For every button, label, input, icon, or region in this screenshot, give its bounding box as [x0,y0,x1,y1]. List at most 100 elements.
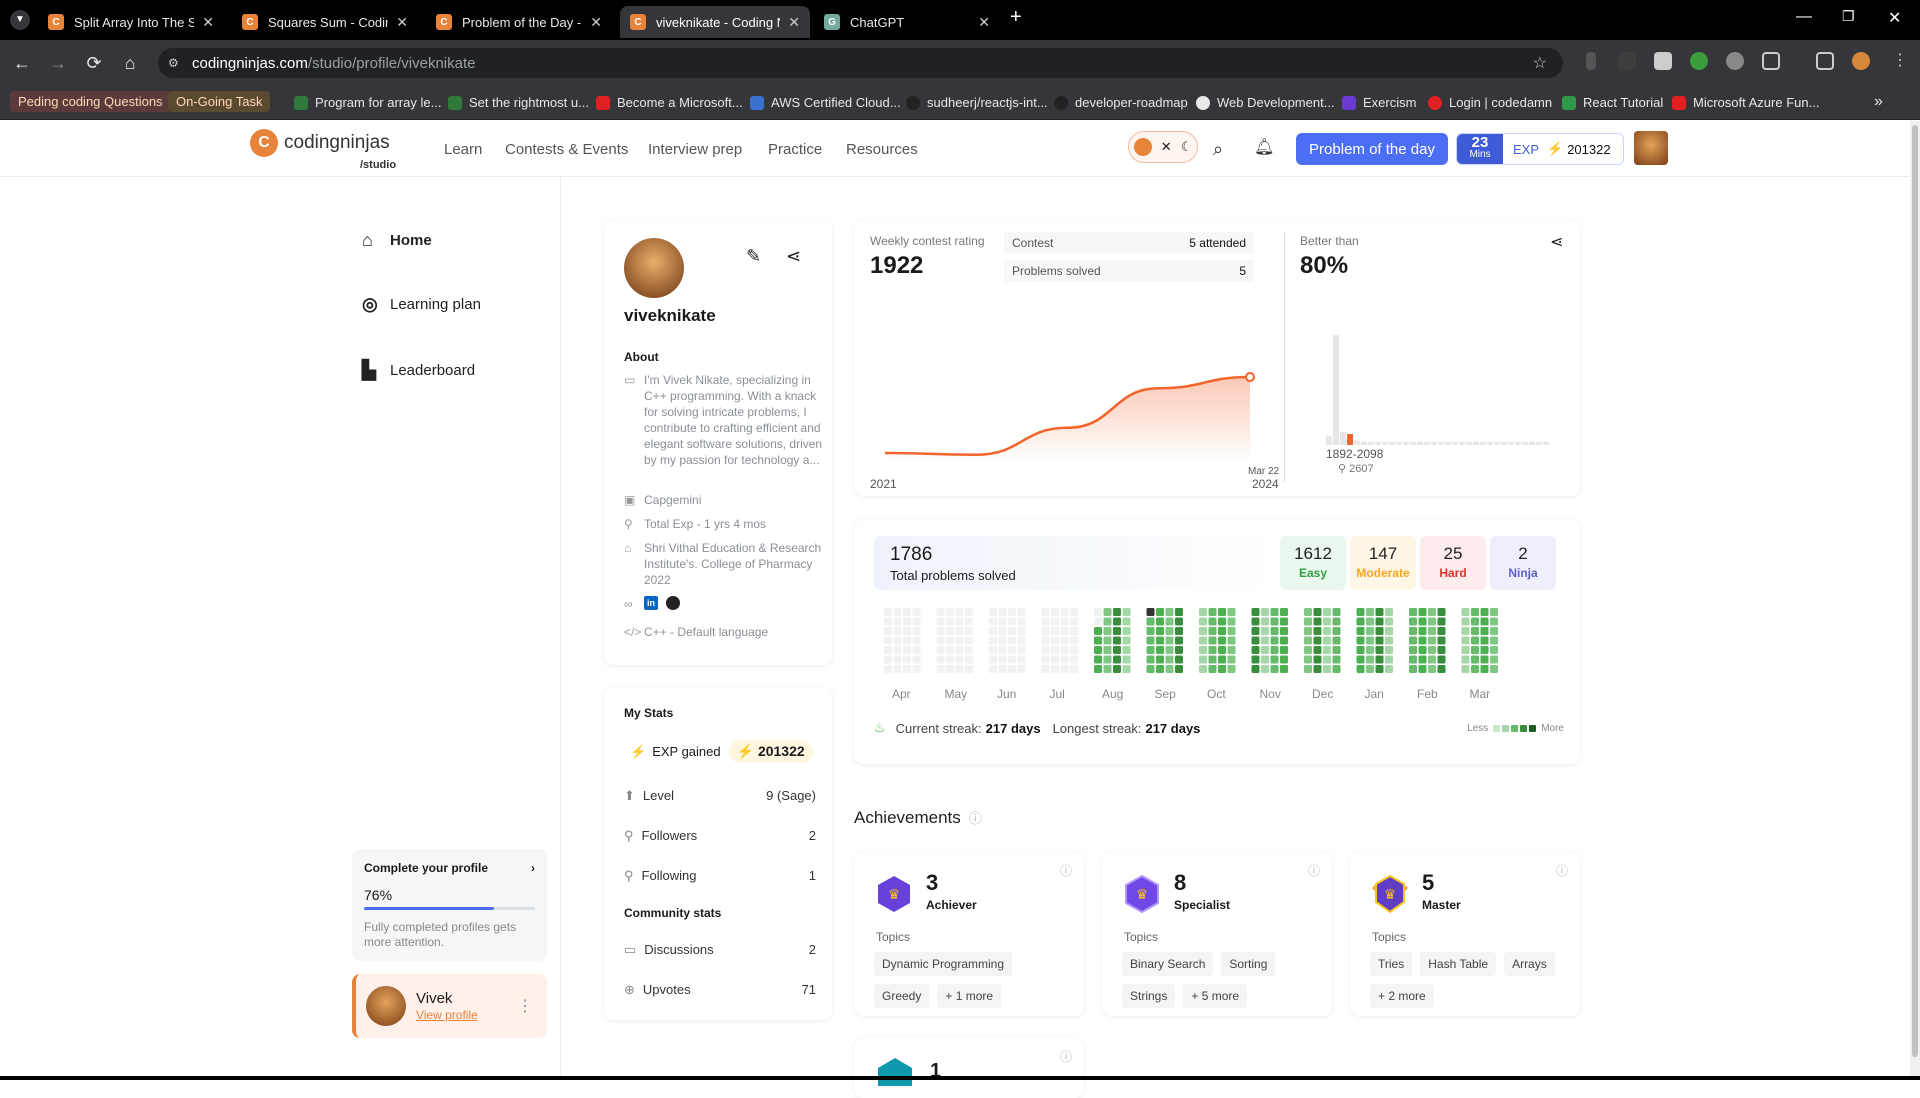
extension-icon[interactable] [1586,52,1596,70]
info-icon[interactable]: ⓘ [1060,1048,1072,1065]
link-icon[interactable]: ∞ [624,596,644,612]
share-icon[interactable]: ⋖ [1550,232,1563,252]
browser-menu-icon[interactable]: ⋮ [1892,50,1908,70]
search-icon[interactable]: ⌕ [1213,139,1223,160]
close-tab-icon[interactable]: ✕ [590,14,602,31]
browser-tab-active[interactable]: Cviveknikate - Coding Ninjas✕ [620,6,810,38]
new-tab-icon[interactable]: + [1010,6,1022,29]
nav-contests[interactable]: Contests & Events [505,141,628,158]
heatmap-cell [1480,665,1489,673]
chevron-right-icon[interactable]: › [531,861,535,875]
bookmark[interactable]: Program for array le... [294,95,441,110]
extension-icon[interactable] [1690,52,1708,70]
problem-of-the-day-button[interactable]: Problem of the day [1296,133,1448,165]
bookmark[interactable]: Exercism [1342,95,1416,110]
browser-tab[interactable]: CSquares Sum - Coding Ninjas✕ [232,6,418,38]
extension-icon[interactable] [1654,52,1672,70]
topic-tags: Tries Hash Table Arrays + 2 more [1370,952,1570,1008]
view-profile-link[interactable]: View profile [416,1008,478,1022]
bookmark[interactable]: AWS Certified Cloud... [750,95,901,110]
nav-interview-prep[interactable]: Interview prep [648,141,742,158]
bookmark[interactable]: Web Development... [1196,95,1335,110]
minimize-icon[interactable]: — [1796,8,1812,26]
bell-icon[interactable]: 🔔︎ [1254,137,1274,157]
theme-toggle[interactable]: ✕ ☾ [1128,131,1198,163]
forward-icon[interactable]: → [44,53,72,74]
education: ⌂ Shri Vithal Education & Research Instit… [624,541,822,587]
linkedin-icon[interactable]: in [644,596,658,610]
profile-avatar-icon[interactable] [1852,52,1870,70]
nav-learn[interactable]: Learn [444,141,482,158]
heatmap-cell [1017,646,1026,654]
close-window-icon[interactable]: ✕ [1888,8,1901,28]
back-icon[interactable]: ← [8,53,36,74]
bookmark[interactable]: Login | codedamn [1428,95,1552,110]
streak-exp-box[interactable]: 23 Mins EXP ⚡ 201322 [1456,133,1624,165]
heatmap-cell [1051,636,1059,645]
browser-tab[interactable]: CProblem of the Day - Solve a N✕ [426,6,612,38]
histogram-bar [1508,441,1514,445]
heatmap-cell [1041,646,1050,654]
heatmap-cell [1122,646,1131,654]
bookmark[interactable]: sudheerj/reactjs-int... [906,95,1048,110]
site-info-icon[interactable]: ⚙ [168,56,179,70]
info-icon[interactable]: ⓘ [1308,862,1320,879]
github-icon[interactable] [666,596,680,610]
bookmark[interactable]: Become a Microsoft... [596,95,743,110]
more-options-icon[interactable]: ⋮ [517,996,533,1016]
more-topics-tag[interactable]: + 5 more [1183,984,1248,1008]
discussions-row[interactable]: ▭ Discussions 2 [624,942,816,958]
heatmap-cell [1199,617,1207,626]
bookmark[interactable]: Set the rightmost u... [448,95,589,110]
sidebar-item-learning-plan[interactable]: ◎ Learning plan [362,294,481,315]
page-scrollbar[interactable] [1910,121,1920,1080]
sidebar-item-leaderboard[interactable]: ▙ Leaderboard [362,360,475,381]
heatmap-cell [1218,646,1226,654]
close-tab-icon[interactable]: ✕ [202,14,214,31]
bookmark-folder[interactable]: Peding coding Questions [10,91,171,112]
browser-tab[interactable]: CSplit Array Into The Subsets - C✕ [38,6,224,38]
header-avatar[interactable] [1634,131,1668,165]
site-logo[interactable]: C codingninjas /studio [250,129,396,171]
url-input[interactable]: ⚙ codingninjas.com/studio/profile/vivekn… [158,48,1563,78]
sidebar-item-home[interactable]: ⌂ Home [362,230,432,251]
bookmark-folder[interactable]: On-Going Task [168,91,271,112]
edit-pencil-icon[interactable]: ✎ [746,246,761,267]
followers-row[interactable]: ⚲ Followers 2 [624,828,816,844]
share-icon[interactable]: ⋖ [786,246,801,267]
scrollbar-thumb[interactable] [1912,125,1918,1057]
info-icon[interactable]: ⓘ [969,811,982,826]
bookmark[interactable]: React Tutorial [1562,95,1663,110]
heatmap-cell [1409,636,1417,645]
extension-icon[interactable] [1726,52,1744,70]
reload-icon[interactable]: ⟳ [80,53,108,74]
more-bookmarks-icon[interactable]: » [1874,93,1883,111]
close-tab-icon[interactable]: ✕ [396,14,408,31]
home-browser-icon[interactable]: ⌂ [116,53,144,74]
extensions-puzzle-icon[interactable] [1762,52,1780,70]
bookmark[interactable]: developer-roadmap [1054,95,1188,110]
info-icon[interactable]: ⓘ [1060,862,1072,879]
heatmap-cell [1146,627,1155,635]
heatmap-cell [1261,627,1269,635]
browser-tab[interactable]: G ChatGPT ✕ [814,6,1000,38]
info-icon[interactable]: ⓘ [1556,862,1568,879]
bookmark-star-icon[interactable]: ☆ [1533,53,1547,73]
heatmap-cell [1490,636,1498,645]
side-panel-icon[interactable] [1816,52,1834,70]
close-tab-icon[interactable]: ✕ [978,14,990,31]
nav-resources[interactable]: Resources [846,141,918,158]
following-row[interactable]: ⚲ Following 1 [624,868,816,884]
close-tab-icon[interactable]: ✕ [788,14,800,31]
heatmap-cell [1375,665,1384,673]
heatmap-cell [893,608,902,616]
heatmap-cell [1218,608,1226,616]
extension-icon[interactable] [1618,52,1636,70]
restore-icon[interactable]: ❐ [1842,8,1855,25]
complete-profile-card[interactable]: Complete your profile › 76% Fully complet… [352,849,547,961]
bookmark[interactable]: Microsoft Azure Fun... [1672,95,1819,110]
more-topics-tag[interactable]: + 1 more [937,984,1002,1008]
more-topics-tag[interactable]: + 2 more [1370,984,1434,1008]
tab-list-dropdown-icon[interactable]: ▼ [10,10,30,30]
nav-practice[interactable]: Practice [768,141,822,158]
